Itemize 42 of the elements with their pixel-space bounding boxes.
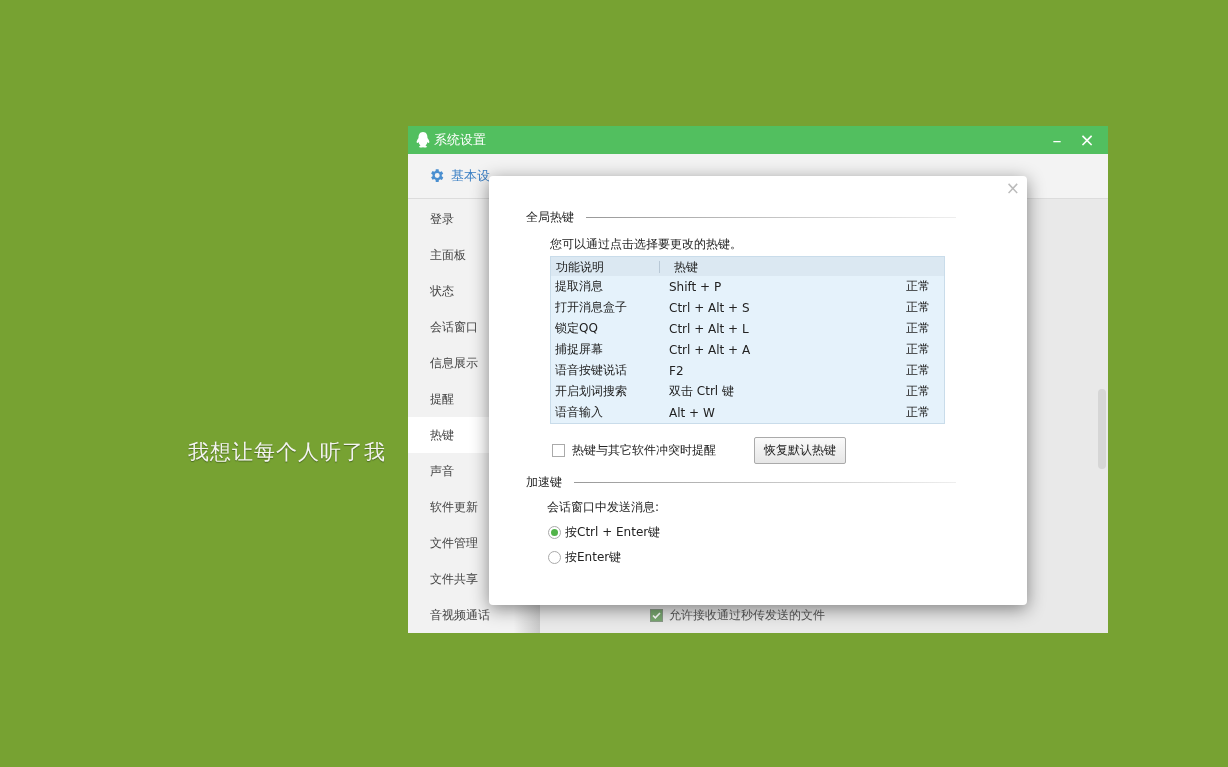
table-cell-text: Ctrl + Alt + A <box>668 342 752 357</box>
table-cell-text: 语音输入 <box>554 404 604 421</box>
hint-text: 您可以通过点击选择要更改的热键。 <box>550 236 743 253</box>
table-cell-text: 正常 <box>905 383 931 400</box>
table-cell-text: 正常 <box>905 278 931 295</box>
restore-defaults-button[interactable]: 恢复默认热键 <box>754 437 846 464</box>
table-cell-text: 锁定QQ <box>554 320 599 337</box>
table-cell-text: 正常 <box>905 362 931 379</box>
radio-label: 按Enter键 <box>565 549 622 566</box>
table-cell-text: Shift + P <box>668 279 723 294</box>
checkbox-label: 热键与其它软件冲突时提醒 <box>572 442 716 459</box>
table-cell-text: 开启划词搜索 <box>554 383 628 400</box>
sidebar-item[interactable]: 音视频通话 <box>408 597 540 633</box>
video-subtitle: 我想让每个人听了我 <box>188 439 386 466</box>
table-cell-text: 正常 <box>905 320 931 337</box>
checkbox[interactable] <box>650 608 663 622</box>
radio-button[interactable] <box>548 551 561 564</box>
table-cell-text: 正常 <box>905 299 931 316</box>
table-cell-text: Ctrl + Alt + S <box>668 300 751 315</box>
table-cell-text: 语音按键说话 <box>554 362 628 379</box>
radio-label: 按Ctrl + Enter键 <box>565 524 661 541</box>
table-cell-text: 打开消息盒子 <box>554 299 628 316</box>
table-cell-text: Alt + W <box>668 405 716 420</box>
column-header: 功能说明 <box>555 260 605 273</box>
gear-icon <box>428 167 445 185</box>
section-heading: 加速键 <box>526 474 562 491</box>
column-header: 热键 <box>659 260 888 273</box>
penguin-icon <box>416 131 430 148</box>
table-cell-text: Ctrl + Alt + L <box>668 321 750 336</box>
window-title: 系统设置 <box>434 130 487 149</box>
prompt-text: 会话窗口中发送消息: <box>547 499 661 516</box>
option-label: 允许接收通过秒传发送的文件 <box>669 608 825 622</box>
table-cell-text: 正常 <box>905 341 931 358</box>
radio-button[interactable] <box>548 526 561 539</box>
section-heading: 全局热键 <box>526 209 574 226</box>
table-cell-text: 捕捉屏幕 <box>554 341 604 358</box>
table-cell-text: 提取消息 <box>554 278 604 295</box>
settings-tab[interactable]: 基本设 <box>428 166 490 185</box>
table-cell-text: F2 <box>668 363 685 378</box>
table-cell-text: 正常 <box>905 404 931 421</box>
table-cell-text: 双击 Ctrl 键 <box>668 383 735 400</box>
checkbox[interactable] <box>552 444 565 457</box>
